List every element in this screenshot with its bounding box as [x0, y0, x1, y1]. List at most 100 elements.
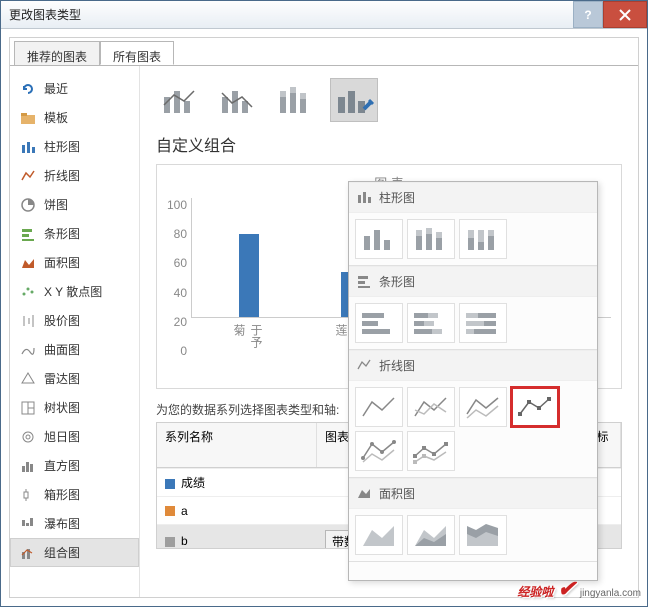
histogram-icon [20, 458, 36, 474]
gallery-item[interactable] [355, 219, 403, 259]
nav-treemap[interactable]: 树状图 [10, 393, 139, 422]
combo-subtype-2[interactable] [214, 78, 262, 122]
series-color-icon [165, 506, 175, 516]
nav-label: 箱形图 [44, 486, 80, 503]
gallery-item[interactable] [459, 515, 507, 555]
tab-all[interactable]: 所有图表 [100, 41, 174, 65]
watermark-text: 经验啦 [517, 583, 553, 600]
gallery-cat-label: 折线图 [379, 357, 415, 374]
gallery-item[interactable] [355, 431, 403, 471]
nav-label: 组合图 [44, 544, 80, 561]
nav-label: 柱形图 [44, 138, 80, 155]
series-name: 成绩 [181, 476, 205, 490]
gallery-item[interactable] [355, 515, 403, 555]
gallery-item[interactable] [407, 431, 455, 471]
gallery-item[interactable] [459, 303, 507, 343]
nav-scatter[interactable]: X Y 散点图 [10, 277, 139, 306]
series-name: b [181, 534, 188, 548]
scatter-chart-icon [20, 284, 36, 300]
series-header-name: 系列名称 [157, 423, 317, 467]
gallery-cat-label: 面积图 [379, 485, 415, 502]
combo-title: 自定义组合 [156, 132, 622, 156]
nav-label: 模板 [44, 109, 68, 126]
sunburst-icon [20, 429, 36, 445]
nav-label: 旭日图 [44, 428, 80, 445]
nav-line[interactable]: 折线图 [10, 161, 139, 190]
title-bar: 更改图表类型 ? [1, 1, 647, 29]
gallery-cat-line: 折线图 [349, 350, 597, 381]
gallery-item[interactable] [407, 515, 455, 555]
nav-label: 条形图 [44, 225, 80, 242]
dialog-window: 更改图表类型 ? 推荐的图表 所有图表 最近 [0, 0, 648, 607]
gallery-item-line-markers[interactable] [511, 387, 559, 427]
column-chart-icon [357, 190, 373, 206]
nav-area[interactable]: 面积图 [10, 248, 139, 277]
help-button[interactable]: ? [573, 1, 603, 28]
folder-icon [20, 110, 36, 126]
nav-recent[interactable]: 最近 [10, 74, 139, 103]
nav-box[interactable]: 箱形图 [10, 480, 139, 509]
gallery-cat-label: 柱形图 [379, 189, 415, 206]
nav-templates[interactable]: 模板 [10, 103, 139, 132]
gallery-item[interactable] [407, 219, 455, 259]
radar-chart-icon [20, 371, 36, 387]
chart-y-axis: 100806040200 [167, 198, 191, 358]
nav-combo[interactable]: 组合图 [10, 538, 139, 567]
surface-chart-icon [20, 342, 36, 358]
gallery-cat-label: 条形图 [379, 273, 415, 290]
nav-waterfall[interactable]: 瀑布图 [10, 509, 139, 538]
nav-label: 直方图 [44, 457, 80, 474]
gallery-cat-bar: 条形图 [349, 266, 597, 297]
gallery-item[interactable] [355, 303, 403, 343]
treemap-icon [20, 400, 36, 416]
combo-subtype-row [156, 78, 622, 122]
gallery-item[interactable] [355, 387, 403, 427]
nav-label: 曲面图 [44, 341, 80, 358]
nav-surface[interactable]: 曲面图 [10, 335, 139, 364]
close-button[interactable] [603, 1, 647, 28]
gallery-item[interactable] [407, 303, 455, 343]
combo-chart-icon [20, 545, 36, 561]
tab-recommended[interactable]: 推荐的图表 [14, 41, 100, 65]
chart-type-gallery: 柱形图 条形图 [348, 181, 598, 581]
series-name: a [181, 504, 188, 518]
gallery-item[interactable] [459, 387, 507, 427]
nav-radar[interactable]: 雷达图 [10, 364, 139, 393]
nav-label: 雷达图 [44, 370, 80, 387]
watermark-sub: jingyanla.com [580, 588, 641, 599]
box-chart-icon [20, 487, 36, 503]
nav-label: X Y 散点图 [44, 283, 102, 300]
nav-label: 最近 [44, 80, 68, 97]
undo-icon [20, 81, 36, 97]
line-chart-icon [357, 358, 373, 374]
nav-pie[interactable]: 饼图 [10, 190, 139, 219]
gallery-item[interactable] [407, 387, 455, 427]
nav-stock[interactable]: 股价图 [10, 306, 139, 335]
tab-strip: 推荐的图表 所有图表 [10, 37, 174, 65]
nav-sunburst[interactable]: 旭日图 [10, 422, 139, 451]
column-chart-icon [20, 139, 36, 155]
chart-type-list: 最近 模板 柱形图 折线图 [10, 66, 140, 597]
bar-chart-icon [20, 226, 36, 242]
line-chart-icon [20, 168, 36, 184]
nav-label: 面积图 [44, 254, 80, 271]
combo-subtype-custom[interactable] [330, 78, 378, 122]
series-color-icon [165, 537, 175, 547]
gallery-cat-column: 柱形图 [349, 182, 597, 213]
waterfall-icon [20, 516, 36, 532]
dialog-body: 推荐的图表 所有图表 最近 模板 柱形图 [1, 29, 647, 606]
gallery-scroll[interactable]: 柱形图 条形图 [349, 182, 597, 580]
gallery-item[interactable] [459, 219, 507, 259]
watermark: 经验啦 ✔ jingyanla.com [517, 576, 641, 602]
combo-subtype-1[interactable] [156, 78, 204, 122]
nav-label: 股价图 [44, 312, 80, 329]
area-chart-icon [357, 486, 373, 502]
nav-histogram[interactable]: 直方图 [10, 451, 139, 480]
nav-column[interactable]: 柱形图 [10, 132, 139, 161]
nav-label: 瀑布图 [44, 515, 80, 532]
combo-subtype-3[interactable] [272, 78, 320, 122]
check-icon: ✔ [557, 576, 575, 602]
series-color-icon [165, 479, 175, 489]
nav-bar[interactable]: 条形图 [10, 219, 139, 248]
stock-chart-icon [20, 313, 36, 329]
